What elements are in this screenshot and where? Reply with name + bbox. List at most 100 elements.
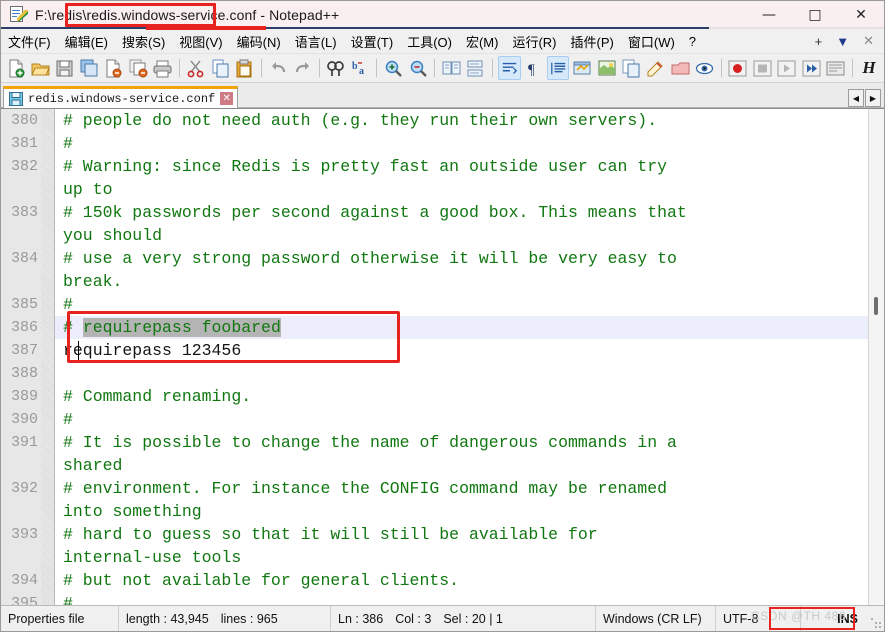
menu-run[interactable]: 运行(R) — [505, 30, 563, 53]
code-line-wrapped: into something — [63, 502, 202, 521]
open-file-icon[interactable] — [29, 56, 51, 80]
line-number: 389 — [10, 388, 38, 405]
fold-margin[interactable] — [41, 109, 54, 605]
new-file-icon[interactable] — [5, 56, 27, 80]
toolbar-separator — [492, 59, 494, 77]
window-controls: — □ ✕ — [746, 1, 884, 29]
function-list-icon[interactable] — [620, 56, 642, 80]
status-length: length : 43,945 — [126, 611, 209, 626]
tab-scroll-controls: ◀ ▶ — [848, 89, 884, 107]
vertical-scrollbar-thumb[interactable] — [874, 297, 878, 315]
word-wrap-icon[interactable] — [498, 56, 521, 80]
menu-window[interactable]: 窗口(W) — [621, 30, 682, 53]
eye-monitor-icon[interactable] — [693, 56, 715, 80]
cut-icon[interactable] — [185, 56, 207, 80]
line-number: 387 — [10, 342, 38, 359]
svg-text:b: b — [352, 61, 358, 72]
status-ln: Ln : 386 — [338, 611, 384, 626]
toolbar-separator — [376, 59, 378, 77]
close-tab-icon[interactable]: ✕ — [863, 33, 874, 49]
text-caret — [78, 341, 79, 360]
code-line: # but not available for general clients. — [63, 571, 460, 590]
save-all-icon[interactable] — [78, 56, 100, 80]
undo-icon[interactable] — [267, 56, 289, 80]
menu-tools[interactable]: 工具(O) — [400, 30, 459, 53]
status-encoding: UTF-8 — [716, 606, 801, 631]
menu-macro[interactable]: 宏(M) — [459, 30, 506, 53]
stop-recording-icon[interactable] — [751, 56, 773, 80]
print-icon[interactable] — [151, 56, 173, 80]
sync-horizontal-scroll-icon[interactable] — [465, 56, 487, 80]
close-file-icon[interactable] — [103, 56, 125, 80]
save-icon[interactable] — [54, 56, 76, 80]
menu-search[interactable]: 搜索(S) — [115, 30, 172, 53]
line-number: 385 — [10, 296, 38, 313]
line-number: 394 — [10, 572, 38, 589]
comment-prefix: # — [63, 318, 83, 337]
minimize-button[interactable]: — — [746, 1, 792, 29]
maximize-button[interactable]: □ — [792, 1, 838, 29]
zoom-out-icon[interactable] — [407, 56, 429, 80]
resize-grip[interactable] — [870, 617, 882, 629]
close-button[interactable]: ✕ — [838, 1, 884, 29]
ui-user-defined-dialog-icon[interactable] — [571, 56, 593, 80]
tab-label: redis.windows-service.conf — [28, 91, 216, 106]
html-tag-icon[interactable]: H — [858, 56, 880, 80]
monitoring-icon[interactable] — [669, 56, 691, 80]
window-title: F:\redis\redis.windows-service.conf - No… — [35, 7, 340, 23]
record-macro-icon[interactable] — [727, 56, 749, 80]
vertical-scrollbar[interactable] — [868, 109, 884, 605]
redo-icon[interactable] — [291, 56, 313, 80]
code-line-current: # requirepass foobared — [55, 316, 884, 339]
replace-icon[interactable]: ba — [349, 56, 371, 80]
code-line: # Command renaming. — [63, 387, 252, 406]
toolbar: ba ¶ H — [1, 54, 884, 83]
menu-file[interactable]: 文件(F) — [1, 30, 58, 53]
paste-icon[interactable] — [234, 56, 256, 80]
tab-scroll-left-icon[interactable]: ◀ — [848, 89, 864, 107]
add-tab-icon[interactable]: + — [815, 34, 823, 49]
code-line: # use a very strong password otherwise i… — [63, 249, 677, 268]
sync-vertical-scroll-icon[interactable] — [440, 56, 462, 80]
code-line-wrapped: up to — [63, 180, 113, 199]
find-icon[interactable] — [325, 56, 347, 80]
menu-encoding[interactable]: 编码(N) — [230, 30, 288, 53]
line-number: 384 — [10, 250, 38, 267]
toolbar-separator — [720, 59, 722, 77]
menu-language[interactable]: 语言(L) — [288, 30, 344, 53]
menu-help[interactable]: ? — [682, 32, 703, 51]
code-line: # people do not need auth (e.g. they run… — [63, 111, 658, 130]
play-macro-icon[interactable] — [776, 56, 798, 80]
editor-area: 380 381 382 383 384 385 386 387 388 389 … — [1, 108, 884, 605]
status-sel: Sel : 20 | 1 — [443, 611, 503, 626]
code-line: # — [63, 295, 73, 314]
code-line-wrapped: shared — [63, 456, 123, 475]
title-bar: F:\redis\redis.windows-service.conf - No… — [1, 1, 884, 29]
menu-view[interactable]: 视图(V) — [172, 30, 229, 53]
document-map-icon[interactable] — [596, 56, 618, 80]
save-macro-icon[interactable] — [824, 56, 846, 80]
close-all-icon[interactable] — [127, 56, 149, 80]
line-number: 388 — [10, 365, 38, 382]
tab-bar: redis.windows-service.conf ✕ ◀ ▶ — [1, 83, 884, 108]
code-line: # 150k passwords per second against a go… — [63, 203, 687, 222]
chevron-down-icon[interactable]: ▼ — [836, 34, 849, 49]
tab-scroll-right-icon[interactable]: ▶ — [865, 89, 881, 107]
svg-text:a: a — [359, 66, 364, 77]
folder-as-workspace-icon[interactable] — [645, 56, 667, 80]
menu-plugins[interactable]: 插件(P) — [564, 30, 621, 53]
run-macro-multiple-icon[interactable] — [800, 56, 822, 80]
code-line: requirepass 123456 — [63, 341, 242, 360]
menu-settings[interactable]: 设置(T) — [344, 30, 401, 53]
code-line: # hard to guess so that it will still be… — [63, 525, 598, 544]
code-line: # — [63, 134, 73, 153]
menu-edit[interactable]: 编辑(E) — [58, 30, 115, 53]
indent-guide-icon[interactable] — [546, 56, 570, 80]
status-lines: lines : 965 — [220, 611, 278, 626]
tab-redis-conf[interactable]: redis.windows-service.conf ✕ — [3, 86, 239, 108]
code-text-area[interactable]: # people do not need auth (e.g. they run… — [55, 109, 884, 605]
tab-close-icon[interactable]: ✕ — [220, 92, 234, 105]
zoom-in-icon[interactable] — [382, 56, 404, 80]
show-all-chars-icon[interactable]: ¶ — [523, 56, 545, 80]
copy-icon[interactable] — [209, 56, 231, 80]
